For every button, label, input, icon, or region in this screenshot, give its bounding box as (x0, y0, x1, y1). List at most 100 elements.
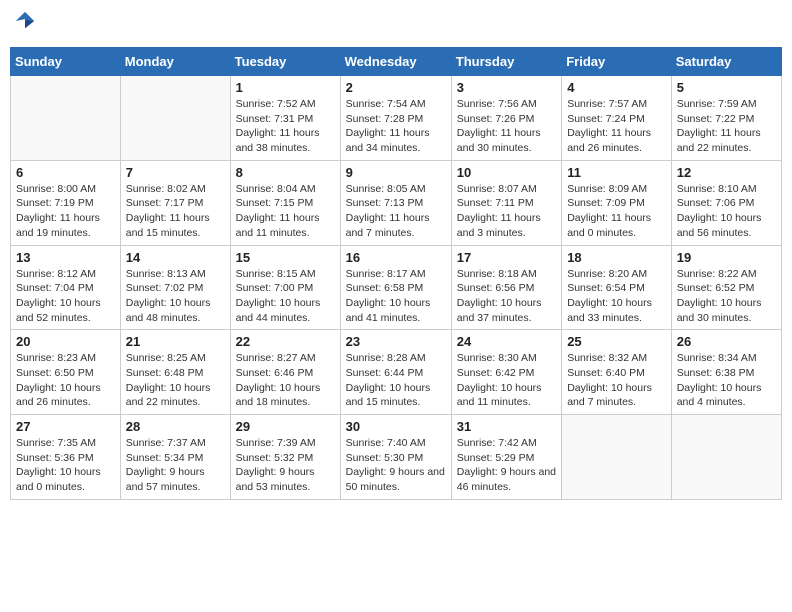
day-number: 25 (567, 334, 666, 349)
day-number: 24 (457, 334, 556, 349)
calendar-week-2: 6 Sunrise: 8:00 AMSunset: 7:19 PMDaylight… (11, 160, 782, 245)
day-info: Sunrise: 7:59 AMSunset: 7:22 PMDaylight:… (677, 97, 776, 156)
day-number: 3 (457, 80, 556, 95)
calendar-cell: 12Sunrise: 8:10 AMSunset: 7:06 PMDayligh… (671, 160, 781, 245)
calendar-cell: 11 Sunrise: 8:09 AMSunset: 7:09 PMDayligh… (562, 160, 672, 245)
calendar-cell: 25Sunrise: 8:32 AMSunset: 6:40 PMDayligh… (562, 330, 672, 415)
day-info: Sunrise: 8:02 AMSunset: 7:17 PMDaylight:… (126, 182, 225, 241)
day-info: Sunrise: 8:12 AMSunset: 7:04 PMDaylight:… (16, 267, 115, 326)
day-number: 1 (236, 80, 335, 95)
day-info: Sunrise: 8:05 AMSunset: 7:13 PMDaylight:… (346, 182, 446, 241)
day-info: Sunrise: 7:54 AMSunset: 7:28 PMDaylight:… (346, 97, 446, 156)
calendar-cell: 6 Sunrise: 8:00 AMSunset: 7:19 PMDaylight… (11, 160, 121, 245)
day-number: 15 (236, 250, 335, 265)
day-number: 26 (677, 334, 776, 349)
day-number: 6 (16, 165, 115, 180)
calendar-cell: 9 Sunrise: 8:05 AMSunset: 7:13 PMDaylight… (340, 160, 451, 245)
day-info: Sunrise: 8:17 AMSunset: 6:58 PMDaylight:… (346, 267, 446, 326)
day-info: Sunrise: 8:25 AMSunset: 6:48 PMDaylight:… (126, 351, 225, 410)
day-info: Sunrise: 8:00 AMSunset: 7:19 PMDaylight:… (16, 182, 115, 241)
calendar-cell: 19Sunrise: 8:22 AMSunset: 6:52 PMDayligh… (671, 245, 781, 330)
day-number: 9 (346, 165, 446, 180)
day-info: Sunrise: 8:34 AMSunset: 6:38 PMDaylight:… (677, 351, 776, 410)
calendar-cell (562, 415, 672, 500)
day-number: 31 (457, 419, 556, 434)
calendar-cell: 7 Sunrise: 8:02 AMSunset: 7:17 PMDaylight… (120, 160, 230, 245)
calendar-cell: 13 Sunrise: 8:12 AMSunset: 7:04 PMDayligh… (11, 245, 121, 330)
day-number: 8 (236, 165, 335, 180)
calendar-cell: 23 Sunrise: 8:28 AMSunset: 6:44 PMDayligh… (340, 330, 451, 415)
calendar-week-3: 13 Sunrise: 8:12 AMSunset: 7:04 PMDayligh… (11, 245, 782, 330)
day-number: 4 (567, 80, 666, 95)
day-number: 20 (16, 334, 115, 349)
day-number: 13 (16, 250, 115, 265)
calendar-cell: 2Sunrise: 7:54 AMSunset: 7:28 PMDaylight… (340, 76, 451, 161)
calendar-header-tuesday: Tuesday (230, 48, 340, 76)
calendar-cell: 1 Sunrise: 7:52 AMSunset: 7:31 PMDaylight… (230, 76, 340, 161)
day-number: 27 (16, 419, 115, 434)
day-info: Sunrise: 7:37 AMSunset: 5:34 PMDaylight:… (126, 436, 225, 495)
day-info: Sunrise: 8:30 AMSunset: 6:42 PMDaylight:… (457, 351, 556, 410)
day-number: 22 (236, 334, 335, 349)
calendar-cell: 29 Sunrise: 7:39 AMSunset: 5:32 PMDayligh… (230, 415, 340, 500)
calendar-table: SundayMondayTuesdayWednesdayThursdayFrid… (10, 47, 782, 500)
day-info: Sunrise: 8:20 AMSunset: 6:54 PMDaylight:… (567, 267, 666, 326)
day-info: Sunrise: 8:28 AMSunset: 6:44 PMDaylight:… (346, 351, 446, 410)
day-number: 17 (457, 250, 556, 265)
calendar-header-row: SundayMondayTuesdayWednesdayThursdayFrid… (11, 48, 782, 76)
day-number: 29 (236, 419, 335, 434)
logo (14, 10, 36, 39)
day-info: Sunrise: 7:42 AMSunset: 5:29 PMDaylight:… (457, 436, 556, 495)
calendar-cell (120, 76, 230, 161)
day-info: Sunrise: 8:22 AMSunset: 6:52 PMDaylight:… (677, 267, 776, 326)
calendar-cell: 27 Sunrise: 7:35 AMSunset: 5:36 PMDayligh… (11, 415, 121, 500)
calendar-week-1: 1 Sunrise: 7:52 AMSunset: 7:31 PMDaylight… (11, 76, 782, 161)
calendar-cell: 15 Sunrise: 8:15 AMSunset: 7:00 PMDayligh… (230, 245, 340, 330)
calendar-cell: 4 Sunrise: 7:57 AMSunset: 7:24 PMDaylight… (562, 76, 672, 161)
calendar-cell (671, 415, 781, 500)
day-info: Sunrise: 7:52 AMSunset: 7:31 PMDaylight:… (236, 97, 335, 156)
day-number: 30 (346, 419, 446, 434)
day-info: Sunrise: 8:15 AMSunset: 7:00 PMDaylight:… (236, 267, 335, 326)
calendar-header-thursday: Thursday (451, 48, 561, 76)
day-info: Sunrise: 7:57 AMSunset: 7:24 PMDaylight:… (567, 97, 666, 156)
calendar-cell: 20Sunrise: 8:23 AMSunset: 6:50 PMDayligh… (11, 330, 121, 415)
day-info: Sunrise: 8:07 AMSunset: 7:11 PMDaylight:… (457, 182, 556, 241)
day-number: 21 (126, 334, 225, 349)
day-number: 10 (457, 165, 556, 180)
day-number: 14 (126, 250, 225, 265)
calendar-cell: 22 Sunrise: 8:27 AMSunset: 6:46 PMDayligh… (230, 330, 340, 415)
calendar-cell: 31 Sunrise: 7:42 AMSunset: 5:29 PMDayligh… (451, 415, 561, 500)
calendar-cell: 17 Sunrise: 8:18 AMSunset: 6:56 PMDayligh… (451, 245, 561, 330)
day-number: 18 (567, 250, 666, 265)
day-info: Sunrise: 8:27 AMSunset: 6:46 PMDaylight:… (236, 351, 335, 410)
calendar-header-wednesday: Wednesday (340, 48, 451, 76)
calendar-week-5: 27 Sunrise: 7:35 AMSunset: 5:36 PMDayligh… (11, 415, 782, 500)
day-info: Sunrise: 8:09 AMSunset: 7:09 PMDaylight:… (567, 182, 666, 241)
calendar-cell: 5 Sunrise: 7:59 AMSunset: 7:22 PMDaylight… (671, 76, 781, 161)
day-number: 16 (346, 250, 446, 265)
day-number: 5 (677, 80, 776, 95)
calendar-cell: 30Sunrise: 7:40 AMSunset: 5:30 PMDayligh… (340, 415, 451, 500)
day-info: Sunrise: 7:56 AMSunset: 7:26 PMDaylight:… (457, 97, 556, 156)
logo-icon (14, 10, 36, 32)
calendar-cell: 21 Sunrise: 8:25 AMSunset: 6:48 PMDayligh… (120, 330, 230, 415)
calendar-cell: 24 Sunrise: 8:30 AMSunset: 6:42 PMDayligh… (451, 330, 561, 415)
day-info: Sunrise: 8:10 AMSunset: 7:06 PMDaylight:… (677, 182, 776, 241)
calendar-header-friday: Friday (562, 48, 672, 76)
calendar-cell: 18 Sunrise: 8:20 AMSunset: 6:54 PMDayligh… (562, 245, 672, 330)
day-number: 7 (126, 165, 225, 180)
day-info: Sunrise: 7:35 AMSunset: 5:36 PMDaylight:… (16, 436, 115, 495)
day-info: Sunrise: 7:39 AMSunset: 5:32 PMDaylight:… (236, 436, 335, 495)
calendar-cell: 10 Sunrise: 8:07 AMSunset: 7:11 PMDayligh… (451, 160, 561, 245)
day-number: 23 (346, 334, 446, 349)
day-number: 11 (567, 165, 666, 180)
calendar-cell: 26 Sunrise: 8:34 AMSunset: 6:38 PMDayligh… (671, 330, 781, 415)
calendar-header-sunday: Sunday (11, 48, 121, 76)
calendar-cell: 28 Sunrise: 7:37 AMSunset: 5:34 PMDayligh… (120, 415, 230, 500)
day-info: Sunrise: 8:18 AMSunset: 6:56 PMDaylight:… (457, 267, 556, 326)
calendar-cell: 8Sunrise: 8:04 AMSunset: 7:15 PMDaylight… (230, 160, 340, 245)
calendar-cell: 14Sunrise: 8:13 AMSunset: 7:02 PMDayligh… (120, 245, 230, 330)
day-number: 28 (126, 419, 225, 434)
calendar-header-monday: Monday (120, 48, 230, 76)
